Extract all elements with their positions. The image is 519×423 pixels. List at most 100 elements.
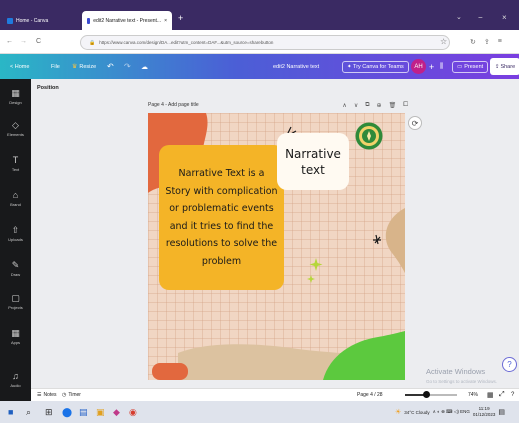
system-tray: ☀ 34°C Cloudy ∧ ◐ ⊕ ⌨ ◁) ENG 11:19 01/12… xyxy=(395,401,505,423)
store-icon[interactable]: ▣ xyxy=(96,401,105,423)
upload-icon: ⇧ xyxy=(11,225,20,235)
weather-icon: ☀ xyxy=(395,409,402,416)
canva-favicon-icon xyxy=(87,17,91,24)
position-button[interactable]: Position xyxy=(37,85,59,91)
sidebar-item-label: Projects xyxy=(8,305,23,310)
home-button[interactable]: < Home xyxy=(10,54,29,79)
sidebar-item-label: Brand xyxy=(10,202,21,207)
undo-icon[interactable]: ↶ xyxy=(107,54,114,79)
share-label: Share xyxy=(500,63,516,70)
more-page-icon[interactable]: ⧠ xyxy=(403,102,408,109)
new-tab-button[interactable]: + xyxy=(178,13,183,23)
sidebar-item-elements[interactable]: ◇ Elements xyxy=(0,114,31,144)
grid-view-icon[interactable]: ▦ xyxy=(487,388,494,401)
page-down-icon[interactable]: ∨ xyxy=(354,102,358,109)
school-seal-logo xyxy=(355,122,383,150)
body-text: Narrative Text is a Story with complicat… xyxy=(165,168,278,267)
sidebar-item-text[interactable]: T Text xyxy=(0,149,31,179)
notes-label: Notes xyxy=(43,391,57,398)
sidebar-item-brand[interactable]: ⌂ Brand xyxy=(0,184,31,214)
timer-button[interactable]: ◷ Timer xyxy=(62,388,81,401)
notification-icon[interactable]: ▤ xyxy=(498,408,505,416)
sidebar-item-uploads[interactable]: ⇧ Uploads xyxy=(0,219,31,249)
notes-button[interactable]: ☰ Notes xyxy=(37,388,57,401)
tab-home-canva[interactable]: Home - Canva xyxy=(2,11,82,30)
menu-icon[interactable]: ≡ xyxy=(498,38,502,46)
sidebar-item-audio[interactable]: ♫ Audio xyxy=(0,365,31,395)
clock-date: 01/12/2023 xyxy=(472,412,496,417)
tan-blob-shape xyxy=(385,208,405,273)
help-button-icon[interactable]: ? xyxy=(502,357,517,372)
add-collaborator-icon[interactable]: + xyxy=(429,54,434,79)
insights-chart-icon[interactable]: ⫼ xyxy=(440,54,443,79)
document-title[interactable]: edit2 Narrative text xyxy=(273,54,319,79)
present-icon: ▭ xyxy=(457,63,463,70)
cloud-save-icon[interactable]: ☁ xyxy=(141,54,148,79)
close-window-button[interactable]: × xyxy=(502,13,507,22)
sidebar-item-label: Audio xyxy=(10,383,21,388)
page-controls: ∧ ∨ ⧉ ⊕ 🗑 ⧠ xyxy=(342,102,408,109)
sidebar-item-label: Design xyxy=(9,100,22,105)
tray-icons[interactable]: ∧ ◐ ⊕ ⌨ ◁) ENG xyxy=(433,409,470,415)
activate-windows-watermark: Activate Windows xyxy=(426,367,486,376)
sidebar-item-draw[interactable]: ✎ Draw xyxy=(0,254,31,284)
duplicate-page-icon[interactable]: ⧉ xyxy=(365,102,369,109)
redo-icon[interactable]: ↷ xyxy=(124,54,131,79)
task-view-icon[interactable]: ⊞ xyxy=(45,401,53,423)
file-explorer-icon[interactable]: ▤ xyxy=(79,401,88,423)
tab-active-presentation[interactable]: edit2 Narrative text - Present... × xyxy=(82,11,172,30)
start-button-icon[interactable]: ■ xyxy=(8,401,13,423)
sidebar-item-apps[interactable]: ▦ Apps xyxy=(0,322,31,352)
clock[interactable]: 11:19 01/12/2023 xyxy=(473,406,496,418)
fullscreen-icon[interactable]: ⤢ xyxy=(499,388,505,401)
canva-app-icon[interactable]: ◆ xyxy=(113,401,120,423)
rotate-handle-icon[interactable]: ⟳ xyxy=(408,116,422,130)
minimize-button[interactable]: − xyxy=(478,13,483,22)
url-field[interactable]: 🔒 https://www.canva.com/design/DA...edit… xyxy=(80,35,450,50)
apps-icon: ▦ xyxy=(11,328,20,338)
back-icon[interactable]: ← xyxy=(6,38,13,45)
resize-button[interactable]: ♛ Resize xyxy=(72,54,96,79)
bookmark-star-icon[interactable]: ☆ xyxy=(440,37,447,46)
sync-icon[interactable]: ↻ xyxy=(470,38,476,46)
close-tab-icon[interactable]: × xyxy=(164,18,167,24)
sidebar-item-label: Text xyxy=(11,167,20,172)
share-button[interactable]: ⇪ Share xyxy=(490,58,519,75)
search-icon[interactable]: ⌕ xyxy=(26,401,31,423)
footer-help-icon[interactable]: ? xyxy=(511,388,514,401)
zoom-slider-handle[interactable] xyxy=(422,391,430,398)
present-label: Present xyxy=(464,63,484,70)
body-text-card[interactable]: Narrative Text is a Story with complicat… xyxy=(159,145,284,290)
edge-browser-icon[interactable]: ⬤ xyxy=(62,401,72,423)
share-page-icon[interactable]: ⇪ xyxy=(484,38,490,46)
crown-icon: ♛ xyxy=(72,64,78,70)
sidebar-item-projects[interactable]: ▢ Projects xyxy=(0,287,31,317)
chrome-icon[interactable]: ◉ xyxy=(129,401,137,423)
canva-favicon-icon xyxy=(7,17,13,24)
add-page-icon[interactable]: ⊕ xyxy=(377,102,382,109)
page-up-icon[interactable]: ∧ xyxy=(342,102,346,109)
delete-page-icon[interactable]: 🗑 xyxy=(389,102,397,109)
page-header: Page 4 - Add page title ∧ ∨ ⧉ ⊕ 🗑 ⧠ xyxy=(148,98,408,112)
reload-icon[interactable]: C xyxy=(36,38,41,45)
avatar[interactable]: AH xyxy=(411,59,426,74)
audio-icon: ♫ xyxy=(12,371,19,381)
weather-text[interactable]: 34°C Cloudy xyxy=(404,410,429,415)
title-card[interactable]: Narrative text xyxy=(277,133,349,190)
forward-icon[interactable]: → xyxy=(20,38,27,45)
text-icon: T xyxy=(12,155,19,165)
page-counter[interactable]: Page 4 / 28 xyxy=(357,388,383,401)
try-canva-teams-button[interactable]: ✦ Try Canva for Teams xyxy=(342,54,409,79)
url-text: https://www.canva.com/design/DA...edit?u… xyxy=(99,40,274,45)
tab-search-icon[interactable]: ⌄ xyxy=(456,13,462,21)
timer-label: Timer xyxy=(68,391,81,398)
zoom-level[interactable]: 74% xyxy=(468,388,478,401)
present-button[interactable]: ▭ Present xyxy=(452,54,489,79)
file-menu[interactable]: File xyxy=(51,54,60,79)
star-sparkle-2 xyxy=(307,275,315,283)
sidebar-item-design[interactable]: ▦ Design xyxy=(0,82,31,112)
page-title-field[interactable]: Page 4 - Add page title xyxy=(148,102,199,108)
sidebar-item-label: Draw xyxy=(10,272,21,277)
timer-icon: ◷ xyxy=(62,391,67,398)
upload-icon: ⇪ xyxy=(494,63,500,70)
